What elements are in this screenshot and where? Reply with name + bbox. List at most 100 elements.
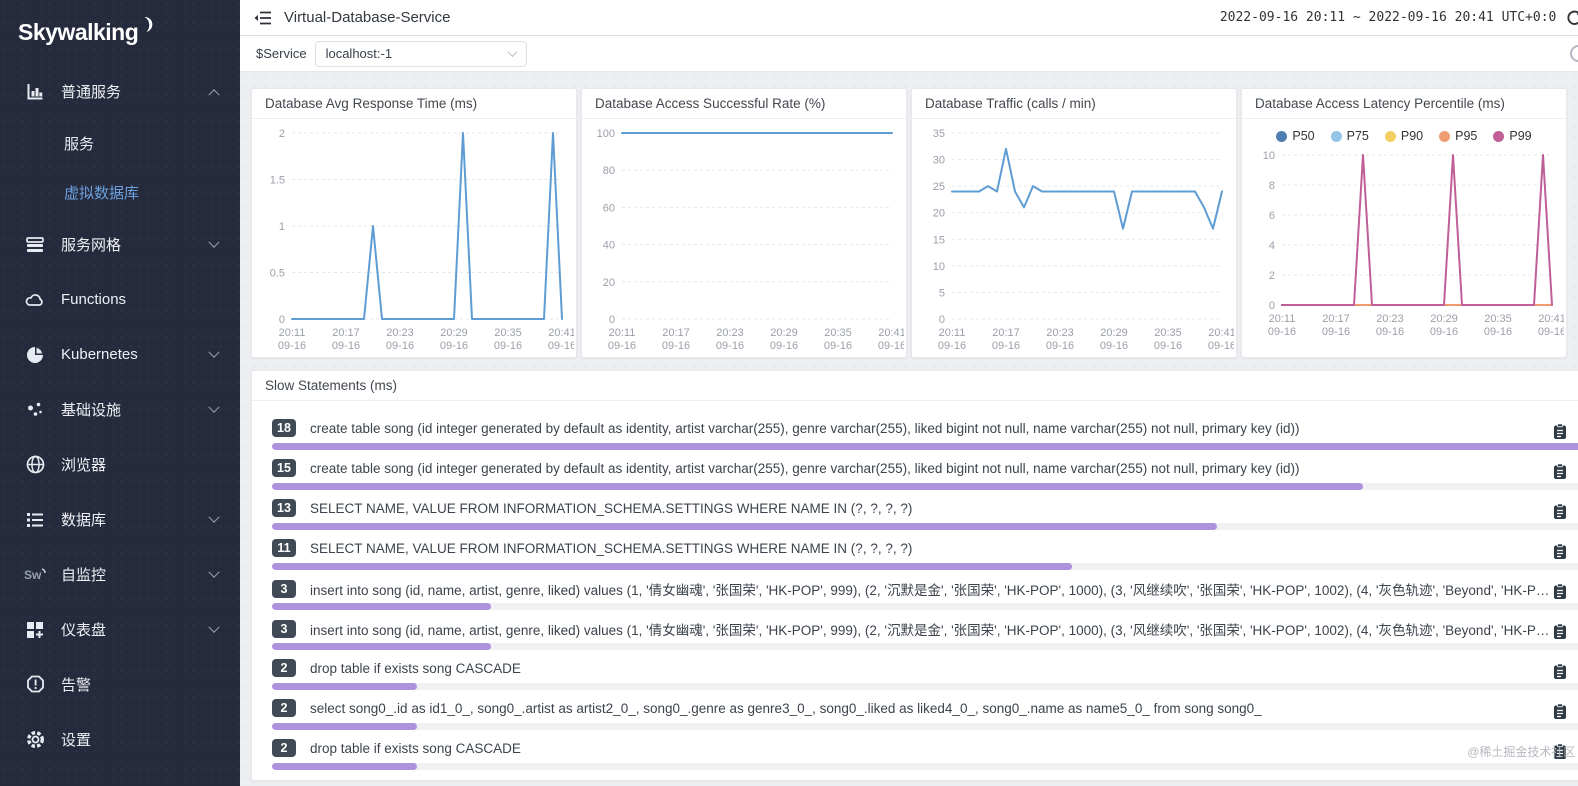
- copy-icon[interactable]: [1553, 583, 1567, 605]
- svg-text:10: 10: [933, 261, 945, 273]
- sidebar-item-service-mesh[interactable]: 服务网格: [0, 217, 240, 272]
- svg-text:30: 30: [933, 155, 945, 167]
- svg-text:09-16: 09-16: [992, 340, 1020, 352]
- copy-icon[interactable]: [1553, 423, 1567, 445]
- sidebar-collapse-icon[interactable]: [254, 10, 272, 26]
- sidebar-item-self-observability[interactable]: Sw自监控: [0, 547, 240, 602]
- svg-text:20:17: 20:17: [332, 327, 360, 339]
- svg-text:09-16: 09-16: [278, 340, 306, 352]
- alert-icon: [24, 675, 46, 694]
- legend-item-p50[interactable]: P50: [1276, 129, 1314, 143]
- refresh-icon[interactable]: [1566, 9, 1578, 26]
- sidebar-item-kubernetes[interactable]: Kubernetes: [0, 327, 240, 382]
- chevron-down-icon: [507, 47, 517, 57]
- sidebar-subitem-virtual-database[interactable]: 虚拟数据库: [0, 168, 240, 217]
- statement-duration-badge: 13: [272, 499, 296, 517]
- slow-statement-row: 3insert into song (id, name, artist, gen…: [252, 617, 1578, 657]
- svg-text:0.5: 0.5: [270, 268, 285, 280]
- sidebar-item-functions[interactable]: Functions: [0, 272, 240, 327]
- crescent-icon: [139, 11, 154, 38]
- topbar-right: 2022-09-16 20:11 ~ 2022-09-16 20:41 UTC+…: [1220, 9, 1578, 26]
- svg-text:20:35: 20:35: [824, 327, 852, 339]
- chart-card-2: Database Traffic (calls / min)0510152025…: [911, 88, 1237, 358]
- statement-sql-text: insert into song (id, name, artist, genr…: [310, 619, 1549, 639]
- legend-item-p75[interactable]: P75: [1331, 129, 1369, 143]
- copy-icon[interactable]: [1553, 503, 1567, 525]
- chevron-down-icon: [208, 566, 219, 577]
- version-toggle[interactable]: V: [1570, 45, 1578, 62]
- statement-bar: [272, 723, 417, 730]
- svg-text:09-16: 09-16: [1046, 340, 1074, 352]
- sidebar-item-label: 自监控: [61, 564, 106, 585]
- svg-text:20:23: 20:23: [386, 327, 414, 339]
- sidebar-item-alerting[interactable]: 告警: [0, 657, 240, 712]
- svg-text:20:11: 20:11: [279, 327, 306, 339]
- sidebar-nav: 普通服务服务虚拟数据库服务网格FunctionsKubernetes 基础设施浏览…: [0, 64, 240, 767]
- statement-duration-badge: 11: [272, 539, 296, 557]
- chart-canvas-0: 00.511.5220:1109-1620:1709-1620:2309-162…: [252, 121, 574, 357]
- slow-statements-card: Slow Statements (ms) 18create table song…: [251, 370, 1578, 781]
- sidebar-subitem-services[interactable]: 服务: [0, 119, 240, 168]
- chevron-down-icon: [208, 401, 219, 412]
- svg-text:09-16: 09-16: [1208, 340, 1234, 352]
- legend-item-p99[interactable]: P99: [1493, 129, 1531, 143]
- copy-icon[interactable]: [1553, 463, 1567, 485]
- service-select[interactable]: localhost:-1: [315, 41, 527, 67]
- svg-text:20:11: 20:11: [1269, 313, 1296, 325]
- svg-text:09-16: 09-16: [938, 340, 966, 352]
- bar-chart-icon: [24, 83, 46, 101]
- sidebar-item-infrastructure[interactable]: 基础设施: [0, 382, 240, 437]
- chart-canvas-1: 02040608010020:1109-1620:1709-1620:2309-…: [582, 121, 904, 357]
- sidebar-item-label: 基础设施: [61, 399, 121, 420]
- time-range-picker[interactable]: 2022-09-16 20:11 ~ 2022-09-16 20:41 UTC+…: [1220, 10, 1557, 25]
- slow-statement-row: 2drop table if exists song CASCADE: [252, 657, 1578, 697]
- copy-icon[interactable]: [1553, 623, 1567, 645]
- legend-item-p95[interactable]: P95: [1439, 129, 1477, 143]
- sidebar-item-label: 数据库: [61, 509, 106, 530]
- statement-duration-badge: 18: [272, 419, 296, 437]
- statement-bar-track: [272, 683, 1578, 690]
- sidebar-item-label: 设置: [61, 729, 91, 750]
- svg-text:09-16: 09-16: [824, 340, 852, 352]
- gear-icon: [24, 730, 46, 749]
- legend-item-p90[interactable]: P90: [1385, 129, 1423, 143]
- sidebar-item-browser[interactable]: 浏览器: [0, 437, 240, 492]
- svg-text:09-16: 09-16: [1268, 326, 1296, 338]
- app-logo[interactable]: Skywalking: [0, 0, 240, 64]
- copy-icon[interactable]: [1553, 543, 1567, 565]
- chart-card-3: Database Access Latency Percentile (ms)P…: [1241, 88, 1567, 358]
- sidebar-item-database[interactable]: 数据库: [0, 492, 240, 547]
- svg-text:20:35: 20:35: [1484, 313, 1512, 325]
- svg-text:09-16: 09-16: [1322, 326, 1350, 338]
- svg-text:1.5: 1.5: [270, 175, 285, 187]
- sidebar-item-general-service[interactable]: 普通服务: [0, 64, 240, 119]
- sidebar-item-settings[interactable]: 设置: [0, 712, 240, 767]
- statement-bar-track: [272, 603, 1578, 610]
- statement-bar: [272, 603, 491, 610]
- svg-text:20:11: 20:11: [939, 327, 966, 339]
- svg-text:09-16: 09-16: [716, 340, 744, 352]
- dashboard-content: Database Avg Response Time (ms)00.511.52…: [240, 72, 1578, 786]
- legend-dot: [1493, 131, 1504, 142]
- svg-text:60: 60: [603, 202, 615, 214]
- chart-title: Database Avg Response Time (ms): [252, 89, 576, 119]
- svg-text:09-16: 09-16: [1100, 340, 1128, 352]
- layers-icon: [24, 236, 46, 254]
- svg-text:20:41: 20:41: [1208, 327, 1234, 339]
- statement-sql-text: create table song (id integer generated …: [310, 421, 1300, 436]
- chart-title: Database Traffic (calls / min): [912, 89, 1236, 119]
- copy-icon[interactable]: [1553, 663, 1567, 685]
- legend-label: P95: [1455, 129, 1477, 143]
- svg-text:20:11: 20:11: [609, 327, 636, 339]
- sidebar-item-dashboards[interactable]: 仪表盘: [0, 602, 240, 657]
- filter-toolbar: $Service localhost:-1 V: [240, 36, 1578, 72]
- svg-text:09-16: 09-16: [1376, 326, 1404, 338]
- svg-text:09-16: 09-16: [1538, 326, 1564, 338]
- legend-label: P75: [1347, 129, 1369, 143]
- chart-title: Database Access Successful Rate (%): [582, 89, 906, 119]
- service-select-value: localhost:-1: [326, 46, 392, 61]
- copy-icon[interactable]: [1553, 703, 1567, 725]
- svg-text:20:35: 20:35: [1154, 327, 1182, 339]
- svg-text:20:29: 20:29: [1100, 327, 1128, 339]
- statement-sql-text: SELECT NAME, VALUE FROM INFORMATION_SCHE…: [310, 501, 912, 516]
